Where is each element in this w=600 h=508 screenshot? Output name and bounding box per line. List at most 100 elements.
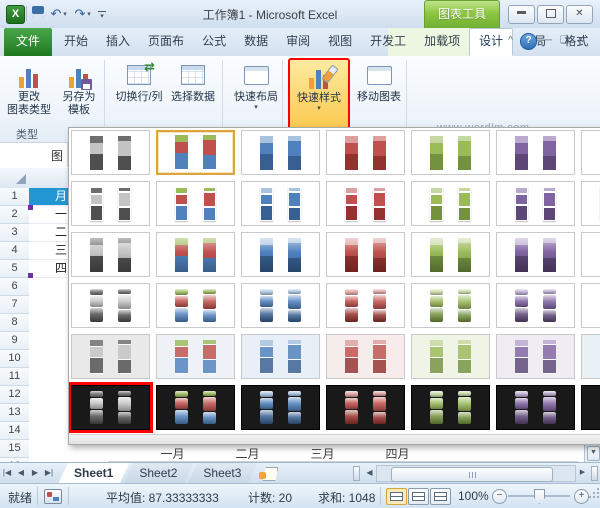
chart-style-tile-dark-multicolor[interactable] [156,385,235,430]
chart-style-tile-glossy-multicolor[interactable] [156,283,235,328]
row-header-11[interactable]: 11 [0,368,29,386]
insert-worksheet-button[interactable] [257,463,283,484]
window-restore-small[interactable]: ❏ [556,33,573,50]
redo-dropdown[interactable]: ▾ [85,10,93,18]
close-button[interactable]: ✕ [566,5,593,24]
chart-style-tile-glossy-grayscale[interactable] [71,283,150,328]
chart-style-tile-shaded-blue[interactable] [241,232,320,277]
tab-9[interactable]: 加载项 [415,28,469,56]
horizontal-scrollbar[interactable] [376,465,576,482]
tab-5[interactable]: 数据 [235,28,277,56]
record-macro-icon[interactable] [44,489,62,504]
chart-style-tile-outline-green[interactable] [411,181,490,226]
tab-8[interactable]: 开发工 [361,28,415,56]
row-header-12[interactable]: 12 [0,386,29,404]
normal-view-button[interactable] [386,488,407,505]
tab-7[interactable]: 视图 [319,28,361,56]
qat-customize-button[interactable]: ▾ [98,11,106,20]
zoom-slider-thumb[interactable] [534,489,545,504]
chart-style-tile-dark-purple[interactable] [496,385,575,430]
row-headers[interactable]: 1234567891011121314151617 [0,188,30,466]
gallery-resize-footer[interactable] [69,434,600,444]
chart-style-tile-outline-aqua[interactable] [581,181,600,226]
page-layout-view-button[interactable] [408,488,429,505]
chart-style-tile-outline-red[interactable] [326,181,405,226]
scroll-down-arrow-icon[interactable]: ▼ [587,446,600,461]
name-box[interactable]: 图 [0,143,68,167]
chart-style-tile-glossy-purple[interactable] [496,283,575,328]
chart-style-tile-flat-grayscale[interactable] [71,130,150,175]
chart-style-tile-dark-red[interactable] [326,385,405,430]
chart-style-tile-flat-red[interactable] [326,130,405,175]
row-header-3[interactable]: 3 [0,224,29,242]
hscroll-thumb[interactable] [391,467,553,482]
chart-style-tile-pale-multicolor[interactable] [156,334,235,379]
cell-a1[interactable]: 月 [29,188,68,206]
chart-style-tile-outline-blue[interactable] [241,181,320,226]
row-header-6[interactable]: 6 [0,278,29,296]
prev-sheet-button[interactable]: ◀ [14,463,28,484]
chart-style-tile-glossy-red[interactable] [326,283,405,328]
chart-style-tile-flat-aqua[interactable] [581,130,600,175]
restore-button[interactable] [537,5,564,24]
tab-1[interactable]: 开始 [55,28,97,56]
chart-style-tile-pale-grayscale[interactable] [71,334,150,379]
row-header-1[interactable]: 1 [0,188,29,206]
row-header-5[interactable]: 5 [0,260,29,278]
chart-plot-area[interactable]: 一月二月三月四月 [68,443,584,462]
tab-split-handle[interactable] [353,466,360,481]
zoom-out-button[interactable]: − [492,489,507,504]
chart-style-tile-dark-green[interactable] [411,385,490,430]
window-close-small[interactable]: ✕ [572,33,589,50]
chart-style-tile-outline-multicolor[interactable] [156,181,235,226]
row-header-8[interactable]: 8 [0,314,29,332]
chart-style-tile-pale-green[interactable] [411,334,490,379]
page-break-view-button[interactable] [430,488,451,505]
tab-4[interactable]: 公式 [193,28,235,56]
undo-dropdown[interactable]: ▾ [61,10,69,18]
chart-style-tile-pale-purple[interactable] [496,334,575,379]
chart-style-tile-flat-purple[interactable] [496,130,575,175]
chart-style-tile-outline-purple[interactable] [496,181,575,226]
row-header-2[interactable]: 2 [0,206,29,224]
row-header-4[interactable]: 4 [0,242,29,260]
chart-style-tile-shaded-multicolor[interactable] [156,232,235,277]
chart-style-tile-shaded-red[interactable] [326,232,405,277]
chart-style-tile-outline-grayscale[interactable] [71,181,150,226]
chart-style-tile-pale-aqua[interactable] [581,334,600,379]
chart-style-tile-shaded-purple[interactable] [496,232,575,277]
row-header-15[interactable]: 15 [0,440,29,458]
chart-style-tile-shaded-aqua[interactable] [581,232,600,277]
cell-a2[interactable]: 一 [29,206,68,224]
cell-a3[interactable]: 二 [29,224,68,242]
tab-3[interactable]: 页面布 [139,28,193,56]
chart-style-tile-pale-blue[interactable] [241,334,320,379]
cell-a4[interactable]: 三 [29,242,68,260]
chart-style-tile-glossy-blue[interactable] [241,283,320,328]
zoom-in-button[interactable]: + [574,489,589,504]
chart-style-tile-glossy-green[interactable] [411,283,490,328]
chart-style-tile-pale-red[interactable] [326,334,405,379]
chart-style-tile-shaded-green[interactable] [411,232,490,277]
collapse-ribbon-button[interactable]: ^ [502,33,519,50]
chart-style-tile-flat-multicolor[interactable] [156,130,235,175]
chart-style-tile-glossy-aqua[interactable] [581,283,600,328]
row-header-14[interactable]: 14 [0,422,29,440]
row-header-7[interactable]: 7 [0,296,29,314]
select-all-corner[interactable] [16,174,26,184]
hscroll-left-arrow[interactable]: ◀ [362,463,376,484]
first-sheet-button[interactable]: |◀ [0,463,14,484]
tab-file[interactable]: 文件 [4,28,52,56]
chart-style-tile-flat-green[interactable] [411,130,490,175]
row-header-10[interactable]: 10 [0,350,29,368]
tab-6[interactable]: 审阅 [277,28,319,56]
row-header-13[interactable]: 13 [0,404,29,422]
row-header-9[interactable]: 9 [0,332,29,350]
chart-style-tile-shaded-grayscale[interactable] [71,232,150,277]
sheet-tab-sheet2[interactable]: Sheet2 [123,463,193,484]
sheet-tab-sheet1[interactable]: Sheet1 [58,463,129,484]
last-sheet-button[interactable]: ▶| [42,463,56,484]
save-button[interactable] [30,5,46,22]
sheet-tab-sheet3[interactable]: Sheet3 [187,463,257,484]
tab-2[interactable]: 插入 [97,28,139,56]
